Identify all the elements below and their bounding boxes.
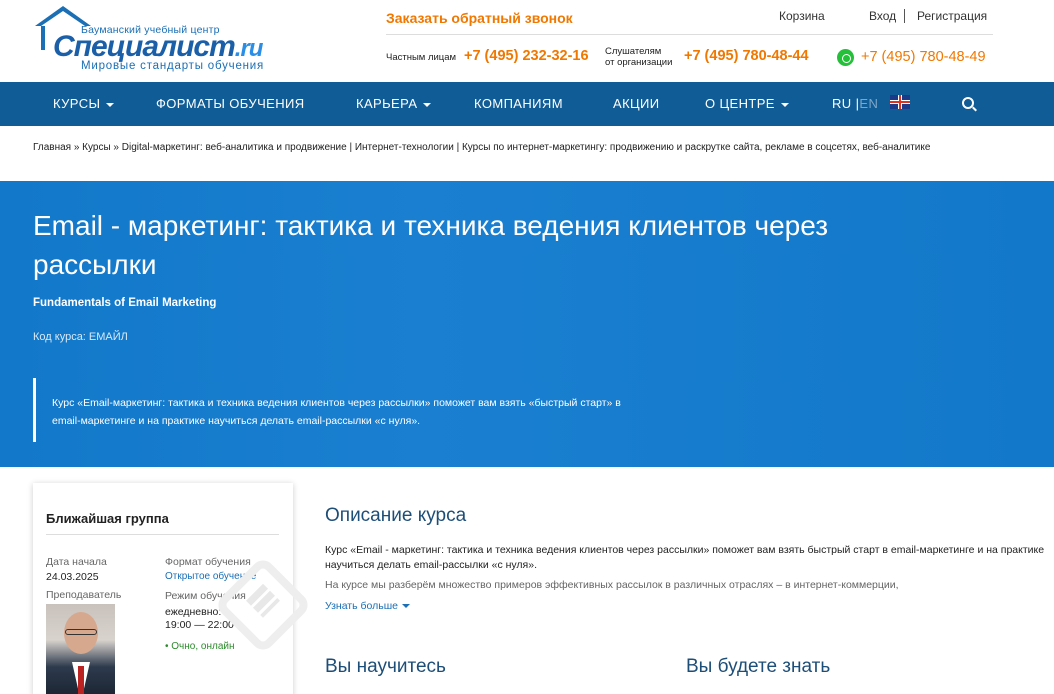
mode-value: ежедневно: [165,606,222,618]
nav-career[interactable]: КАРЬЕРА [356,96,432,111]
description-text: Курс «Email - маркетинг: тактика и техни… [325,544,1045,571]
org-phone-label: Слушателям от организации [605,46,673,68]
start-date-value: 24.03.2025 [46,571,99,583]
course-code: Код курса: ЕМАЙЛ [33,331,128,343]
chevron-down-icon [401,604,410,609]
logo-name: Специалист.ru [53,30,263,63]
teacher-photo[interactable] [46,604,115,694]
logo-slogan: Мировые стандарты обучения [81,60,265,72]
private-phone-label: Частным лицам [386,52,457,63]
lang-ru[interactable]: RU [832,96,852,111]
chevron-down-icon [423,102,432,107]
whatsapp-phone[interactable]: +7 (495) 780-48-49 [861,49,986,65]
lang-switcher[interactable]: RU |EN [832,96,878,111]
login-separator [904,9,905,23]
description-text-more: На курсе мы разберём множество примеров … [325,579,899,590]
nav-promos[interactable]: АКЦИИ [613,96,660,111]
search-icon[interactable] [962,97,974,109]
login-link[interactable]: Вход [869,9,896,23]
card-title: Ближайшая группа [46,511,169,526]
teacher-label: Преподаватель [46,589,122,601]
uk-flag-icon[interactable] [890,95,910,109]
start-date-label: Дата начала [46,556,107,568]
course-subtitle: Fundamentals of Email Marketing [33,297,217,309]
chevron-down-icon [780,102,789,107]
page-title: Email - маркетинг: тактика и техника вед… [33,210,829,280]
site-logo[interactable]: Бауманский учебный центр Специалист.ru М… [33,4,283,76]
org-phone[interactable]: +7 (495) 780-48-44 [684,48,809,64]
nav-formats[interactable]: ФОРМАТЫ ОБУЧЕНИЯ [156,96,305,111]
know-title: Вы будете знать [686,656,831,677]
card-divider [46,534,279,535]
online-status: • Очно, онлайн [165,641,235,652]
nav-courses[interactable]: КУРСЫ [53,96,115,111]
whatsapp-icon[interactable] [837,49,854,66]
cart-link[interactable]: Корзина [779,9,825,23]
lang-en[interactable]: EN [859,96,878,111]
header-divider [386,34,993,35]
nav-about[interactable]: О ЦЕНТРЕ [705,96,789,111]
callback-link[interactable]: Заказать обратный звонок [386,10,573,26]
description-title: Описание курса [325,505,467,526]
private-phone[interactable]: +7 (495) 232-32-16 [464,48,589,64]
register-link[interactable]: Регистрация [917,9,987,23]
mode-time: 19:00 — 22:00 [165,619,234,631]
chevron-down-icon [106,102,115,107]
read-more-link[interactable]: Узнать больше [325,600,410,612]
hero-quote: Курс «Email-маркетинг: тактика и техника… [52,397,621,427]
format-label: Формат обучения [165,556,251,568]
nav-companies[interactable]: КОМПАНИЯМ [474,96,563,111]
learn-title: Вы научитесь [325,656,446,677]
breadcrumb[interactable]: Главная » Курсы » Digital-маркетинг: веб… [33,142,1003,154]
